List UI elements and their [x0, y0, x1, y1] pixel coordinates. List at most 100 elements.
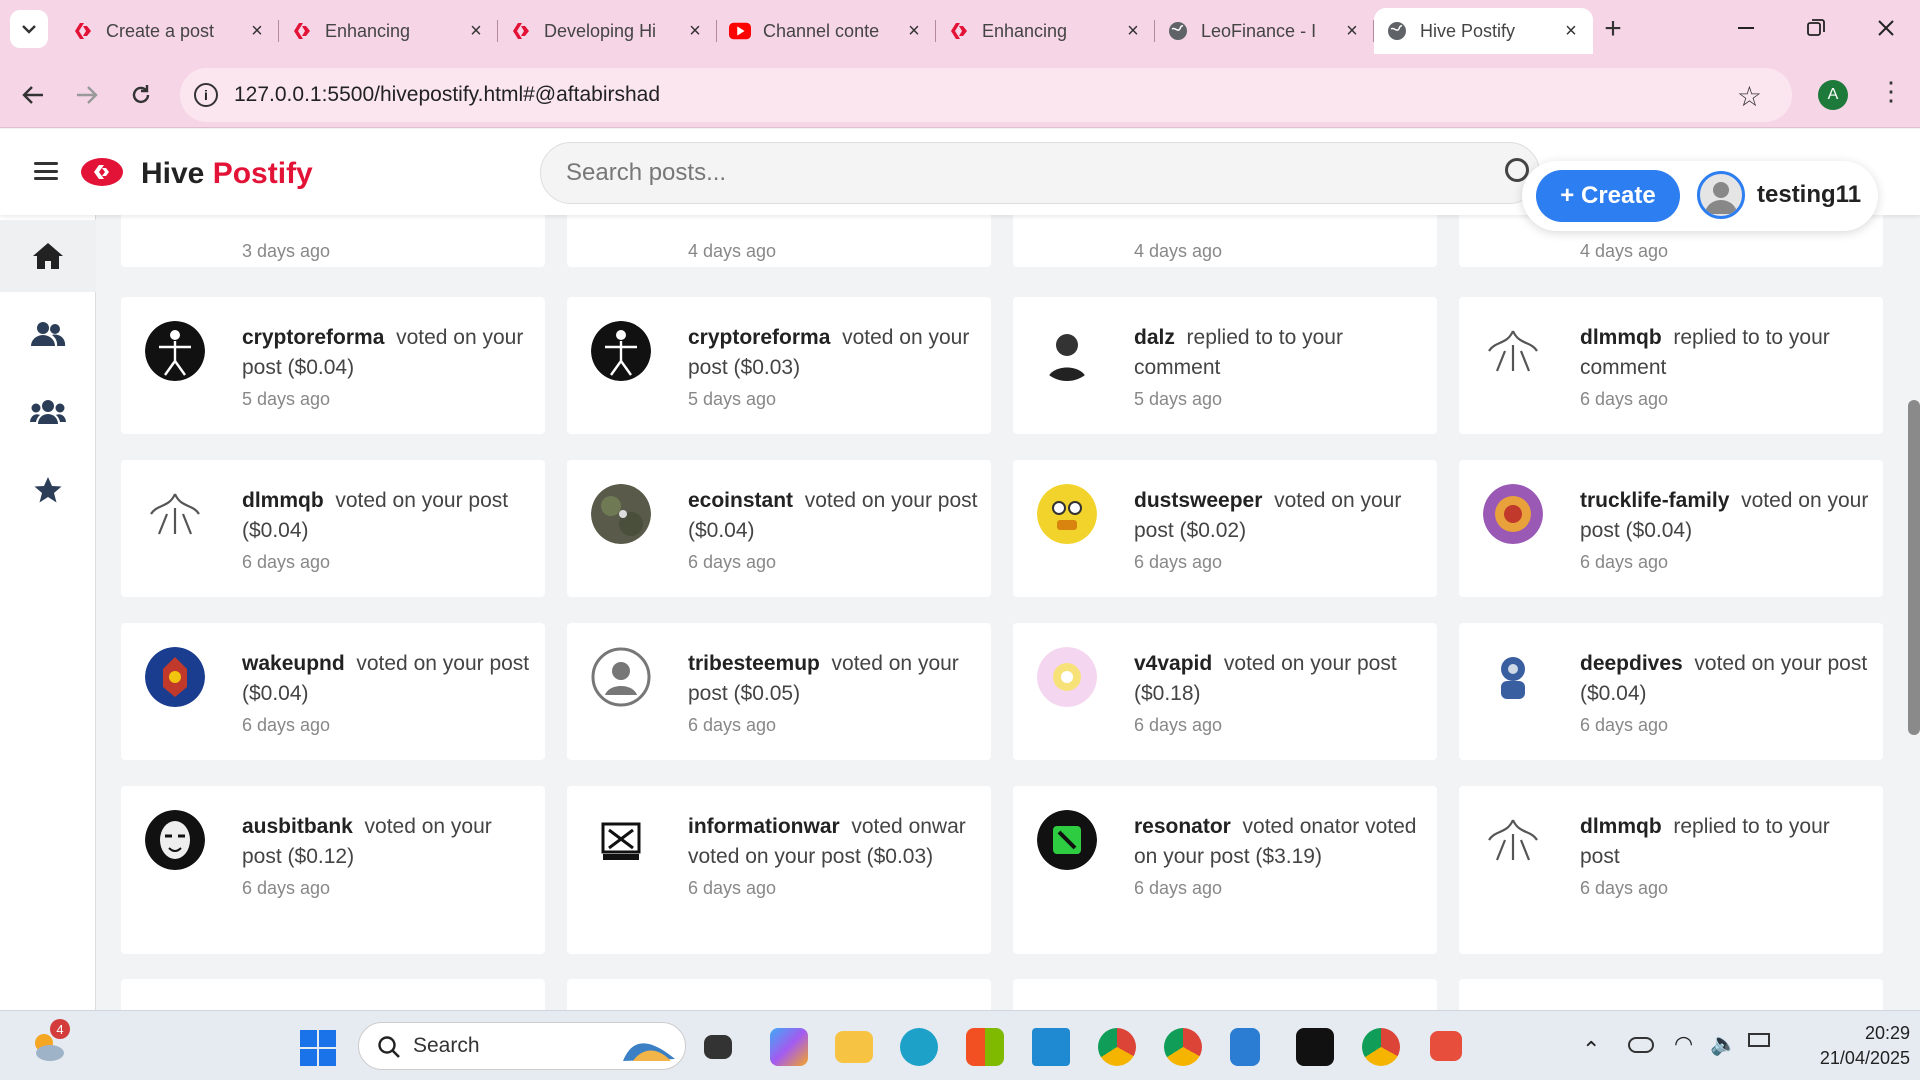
- browser-tab[interactable]: Hive Postify ×: [1374, 8, 1593, 54]
- notification-username[interactable]: cryptoreforma: [688, 326, 830, 349]
- browser-tab[interactable]: LeoFinance - I ×: [1155, 8, 1374, 54]
- notification-username[interactable]: cryptoreforma: [242, 326, 384, 349]
- notification-username[interactable]: informationwar: [688, 815, 840, 838]
- close-tab-icon[interactable]: ×: [685, 20, 705, 43]
- user-avatar[interactable]: [1037, 484, 1097, 544]
- browser-tab[interactable]: Developing Hi ×: [498, 8, 717, 54]
- browser-menu-icon[interactable]: ⋮: [1878, 76, 1904, 107]
- bookmark-star-icon[interactable]: ☆: [1737, 80, 1762, 113]
- user-avatar[interactable]: [591, 484, 651, 544]
- sidebar-item-users[interactable]: [0, 298, 96, 370]
- address-bar[interactable]: i 127.0.0.1:5500/hivepostify.html#@aftab…: [180, 68, 1792, 122]
- new-tab-button[interactable]: +: [1596, 12, 1630, 46]
- notification-username[interactable]: dlmmqb: [1580, 326, 1662, 349]
- site-info-icon[interactable]: i: [194, 83, 218, 107]
- back-button[interactable]: [14, 76, 52, 114]
- search-input[interactable]: Search posts...: [540, 142, 1540, 204]
- user-avatar[interactable]: [145, 321, 205, 381]
- notification-card[interactable]: [1013, 979, 1437, 1010]
- edge-icon[interactable]: [900, 1028, 938, 1066]
- notification-card[interactable]: [121, 979, 545, 1010]
- notification-username[interactable]: ausbitbank: [242, 815, 353, 838]
- chrome-active-icon[interactable]: [1164, 1028, 1202, 1066]
- user-avatar[interactable]: [1037, 810, 1097, 870]
- file-explorer-icon[interactable]: [835, 1031, 873, 1063]
- chevron-up-icon[interactable]: ⌃: [1582, 1037, 1600, 1063]
- url-text[interactable]: 127.0.0.1:5500/hivepostify.html#@aftabir…: [234, 83, 660, 107]
- sidebar-item-communities[interactable]: [0, 376, 96, 448]
- notification-username[interactable]: resonator: [1134, 815, 1231, 838]
- notification-card[interactable]: wakeupnd voted on your post ($0.04) 6 day…: [121, 623, 545, 760]
- restore-button[interactable]: [1786, 8, 1846, 48]
- notification-username[interactable]: trucklife-family: [1580, 489, 1729, 512]
- notepad-icon[interactable]: [1230, 1028, 1260, 1066]
- store-icon[interactable]: [966, 1028, 1004, 1066]
- onedrive-icon[interactable]: [1628, 1037, 1654, 1053]
- notification-username[interactable]: tribesteemup: [688, 652, 820, 675]
- sidebar-item-favorites[interactable]: [0, 454, 96, 526]
- snipping-tool-icon[interactable]: [1430, 1031, 1462, 1061]
- system-clock[interactable]: 20:29 21/04/2025: [1790, 1021, 1910, 1071]
- notification-card[interactable]: 4 days ago: [567, 215, 991, 267]
- task-view-icon[interactable]: [704, 1035, 732, 1059]
- tab-search-button[interactable]: [10, 10, 48, 48]
- user-avatar[interactable]: [145, 647, 205, 707]
- close-tab-icon[interactable]: ×: [466, 20, 486, 43]
- chrome-profile-icon[interactable]: [1098, 1028, 1136, 1066]
- browser-tab[interactable]: Enhancing ×: [936, 8, 1155, 54]
- user-avatar[interactable]: [1483, 810, 1543, 870]
- user-avatar[interactable]: [1037, 321, 1097, 381]
- notification-card[interactable]: dustsweeper voted on your post ($0.02) 6 …: [1013, 460, 1437, 597]
- user-avatar[interactable]: [1037, 647, 1097, 707]
- page-scrollbar[interactable]: [1908, 400, 1920, 735]
- capcut-icon[interactable]: [1296, 1028, 1334, 1066]
- user-avatar[interactable]: [1483, 321, 1543, 381]
- browser-tab[interactable]: Channel conte ×: [717, 8, 936, 54]
- create-button[interactable]: + Create: [1536, 170, 1680, 222]
- notification-username[interactable]: deepdives: [1580, 652, 1683, 675]
- notification-card[interactable]: cryptoreforma voted on your post ($0.03)…: [567, 297, 991, 434]
- reload-button[interactable]: [122, 76, 160, 114]
- minimize-button[interactable]: [1716, 8, 1776, 48]
- close-window-button[interactable]: [1856, 8, 1916, 48]
- taskbar-search[interactable]: Search: [358, 1022, 686, 1070]
- user-avatar[interactable]: [1697, 171, 1745, 219]
- vscode-icon[interactable]: [1032, 1028, 1070, 1066]
- notification-card[interactable]: cryptoreforma voted on your post ($0.04)…: [121, 297, 545, 434]
- notification-card[interactable]: [1459, 979, 1883, 1010]
- notification-card[interactable]: deepdives voted on your post ($0.04) 6 da…: [1459, 623, 1883, 760]
- username-label[interactable]: testing11: [1757, 181, 1861, 209]
- wifi-icon[interactable]: ◠: [1674, 1031, 1693, 1057]
- notification-username[interactable]: dalz: [1134, 326, 1175, 349]
- user-avatar[interactable]: [1483, 484, 1543, 544]
- notification-card[interactable]: informationwar voted onwar voted on your…: [567, 786, 991, 954]
- browser-tab[interactable]: Create a post ×: [60, 8, 279, 54]
- browser-profile-avatar[interactable]: A: [1818, 80, 1848, 110]
- notification-username[interactable]: wakeupnd: [242, 652, 345, 675]
- user-avatar[interactable]: [145, 810, 205, 870]
- notification-username[interactable]: dlmmqb: [1580, 815, 1662, 838]
- user-avatar[interactable]: [591, 321, 651, 381]
- notification-card[interactable]: [567, 979, 991, 1010]
- notification-card[interactable]: trucklife-family voted on your post ($0.…: [1459, 460, 1883, 597]
- notification-card[interactable]: v4vapid voted on your post ($0.18) 6 days…: [1013, 623, 1437, 760]
- notification-username[interactable]: v4vapid: [1134, 652, 1212, 675]
- forward-button[interactable]: [68, 76, 106, 114]
- start-button[interactable]: [300, 1030, 336, 1071]
- notification-card[interactable]: ecoinstant voted on your post ($0.04) 6 d…: [567, 460, 991, 597]
- user-avatar[interactable]: [591, 810, 651, 870]
- notification-username[interactable]: ecoinstant: [688, 489, 793, 512]
- notification-card[interactable]: ausbitbank voted on your post ($0.12) 6 d…: [121, 786, 545, 954]
- copilot-icon[interactable]: [770, 1028, 808, 1066]
- brand-title[interactable]: Hive Postify: [141, 157, 313, 191]
- close-tab-icon[interactable]: ×: [1561, 20, 1581, 43]
- chrome-icon[interactable]: [1362, 1028, 1400, 1066]
- notification-username[interactable]: dlmmqb: [242, 489, 324, 512]
- sidebar-item-home[interactable]: [0, 220, 96, 292]
- notification-card[interactable]: 3 days ago: [121, 215, 545, 267]
- notification-card[interactable]: dlmmqb replied to to your comment 6 days …: [1459, 297, 1883, 434]
- user-avatar[interactable]: [145, 484, 205, 544]
- user-avatar[interactable]: [591, 647, 651, 707]
- close-tab-icon[interactable]: ×: [1342, 20, 1362, 43]
- close-tab-icon[interactable]: ×: [1123, 20, 1143, 43]
